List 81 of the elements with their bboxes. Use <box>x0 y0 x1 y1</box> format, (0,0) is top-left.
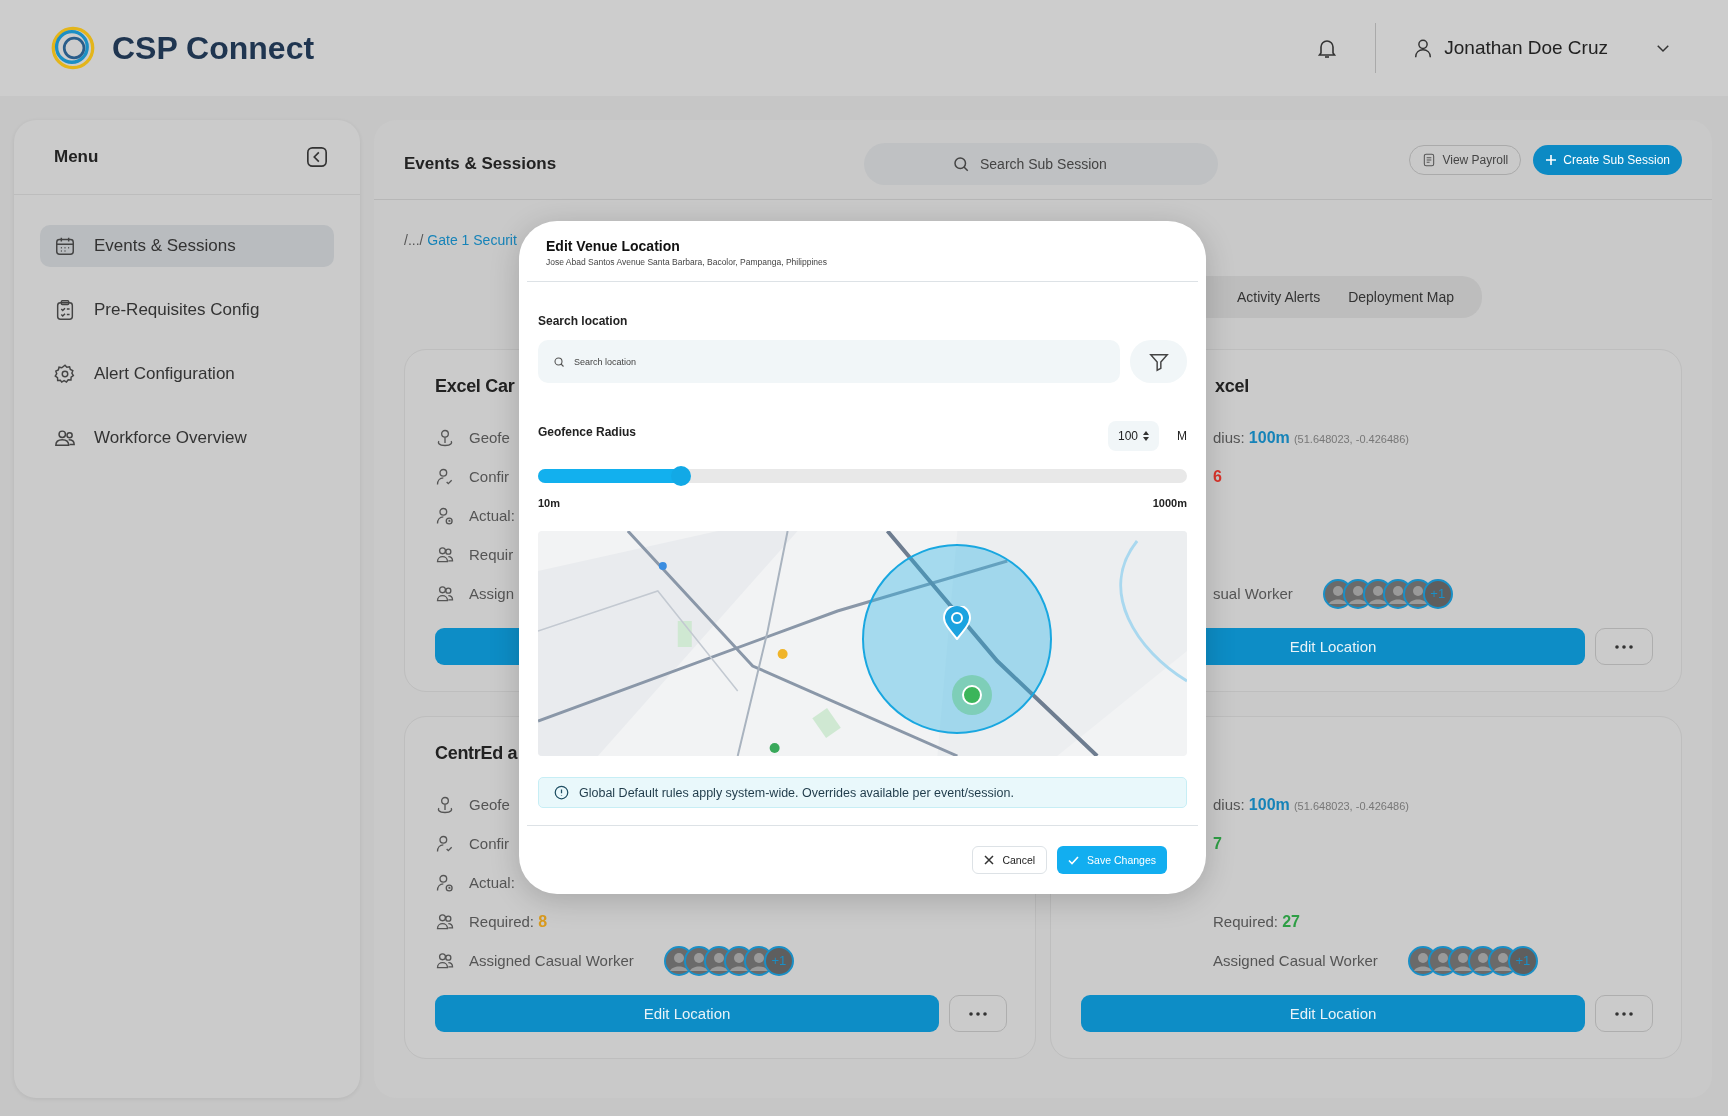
close-icon <box>984 855 995 865</box>
pin-icon <box>435 427 455 448</box>
info-icon <box>554 785 569 800</box>
stepper-icon <box>1143 431 1149 441</box>
check-icon <box>1068 855 1080 865</box>
document-icon <box>1422 152 1437 167</box>
settings-icon <box>54 363 76 385</box>
info-text: Global Default rules apply system-wide. Overrides available per event/session. <box>579 785 1014 800</box>
marker-icon <box>951 674 993 716</box>
more-button[interactable] <box>949 995 1007 1032</box>
users-icon <box>435 544 455 565</box>
sidebar-item[interactable]: Alert Configuration <box>40 353 334 395</box>
pin-icon <box>435 794 455 815</box>
more-button[interactable] <box>1595 628 1653 665</box>
user-check-icon <box>435 833 455 854</box>
filter-button[interactable] <box>1130 340 1187 383</box>
card-title: CentrEd a <box>435 743 518 763</box>
dialog-title: Edit Venue Location <box>546 238 681 254</box>
calendar-icon <box>54 235 76 257</box>
required-count: Requir <box>469 546 514 563</box>
more-avatars-count: +1 <box>1422 578 1453 609</box>
cancel-button[interactable]: Cancel <box>972 846 1048 874</box>
required-count: Required: 27 <box>1213 912 1300 931</box>
more-avatars-count: +1 <box>763 945 794 976</box>
tab[interactable]: Activity Alerts <box>1222 285 1335 309</box>
geofence-radius: dius: 100m (51.648023, -0.426486) <box>1213 795 1409 814</box>
assigned-label: Assigned Casual Worker <box>469 952 634 969</box>
confirmed-count: Confir <box>469 468 509 485</box>
assigned-label: sual Worker <box>1213 585 1293 602</box>
more-icon <box>969 1011 987 1016</box>
field-label: Geofence Radius <box>538 425 637 439</box>
min-label: 10m <box>538 497 561 509</box>
actual-count: Actual: <box>469 507 515 524</box>
unit-label: M <box>1177 429 1187 443</box>
location-search-field[interactable]: Search location <box>538 340 1120 383</box>
logo-icon <box>50 25 96 71</box>
actual-count: Actual: <box>469 874 515 891</box>
radius-input[interactable]: 100 <box>1107 421 1159 451</box>
confirmed-count: Confir <box>469 835 509 852</box>
collapse-icon[interactable] <box>306 146 328 168</box>
plus-icon <box>1545 153 1558 166</box>
users-icon <box>435 950 455 971</box>
geofence-radius: Geofe <box>469 429 510 446</box>
location-pin-icon <box>943 606 971 640</box>
slider-thumb[interactable] <box>670 466 691 486</box>
more-button[interactable] <box>1595 995 1653 1032</box>
assigned-label: Assign <box>469 585 515 602</box>
payroll-button[interactable]: View Payroll <box>1409 144 1522 175</box>
radius-slider[interactable] <box>538 469 1187 483</box>
user-check-icon <box>435 466 455 487</box>
user-menu[interactable]: Jonathan Doe Cruz <box>1412 37 1672 59</box>
field-label: Search location <box>538 314 629 328</box>
search-field[interactable]: Search Sub Session <box>864 142 1218 185</box>
tab[interactable]: Deployment Map <box>1334 285 1468 309</box>
clipboard-icon <box>54 299 76 321</box>
geofence-radius: dius: 100m (51.648023, -0.426486) <box>1213 428 1409 447</box>
user-clock-icon <box>435 505 455 526</box>
confirmed-count: 7 <box>1213 834 1222 853</box>
assigned-label: Assigned Casual Worker <box>1213 952 1378 969</box>
users-icon <box>435 911 455 932</box>
sidebar-item[interactable]: Workforce Overview <box>40 417 334 459</box>
card-title: xcel <box>1215 376 1249 396</box>
app-name: CSP Connect <box>112 29 315 67</box>
confirmed-count: 6 <box>1213 467 1222 486</box>
users-icon <box>435 583 455 604</box>
dialog-subtitle: Jose Abad Santos Avenue Santa Barbara, Bacolor, Pampanga, Philippines <box>546 257 828 267</box>
required-count: Required: 8 <box>469 912 548 931</box>
create-button[interactable]: Create Sub Session <box>1533 144 1682 175</box>
user-clock-icon <box>435 872 455 893</box>
more-icon <box>1615 644 1633 649</box>
more-icon <box>1615 1011 1633 1016</box>
more-avatars-count: +1 <box>1507 945 1538 976</box>
max-label: 1000m <box>1152 497 1187 509</box>
menu-title: Menu <box>54 147 99 167</box>
breadcrumb-path: /.../ <box>404 232 424 248</box>
page-title: Events & Sessions <box>404 153 558 174</box>
people-icon <box>54 427 76 449</box>
sidebar-item[interactable]: Events & Sessions <box>40 225 334 267</box>
sidebar-item[interactable]: Pre-Requisites Config <box>40 289 334 331</box>
card-title: Excel Car <box>435 376 515 396</box>
geofence-radius: Geofe <box>469 796 510 813</box>
